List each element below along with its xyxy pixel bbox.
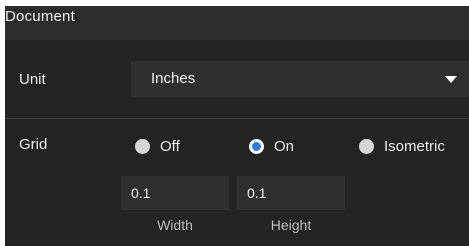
divider bbox=[5, 118, 469, 119]
radio-checked-icon bbox=[249, 138, 264, 154]
panel-header: Document bbox=[5, 6, 469, 40]
grid-height-label: Height bbox=[270, 217, 312, 233]
unit-label: Unit bbox=[19, 71, 46, 88]
grid-radio-isometric[interactable]: Isometric bbox=[359, 136, 445, 156]
grid-width-input[interactable] bbox=[121, 176, 229, 210]
radio-unchecked-icon bbox=[135, 138, 150, 154]
unit-select[interactable]: Inches bbox=[131, 61, 469, 97]
grid-radio-off-label: Off bbox=[160, 137, 180, 155]
caret-down-icon bbox=[445, 76, 457, 83]
grid-radio-isometric-label: Isometric bbox=[384, 137, 445, 155]
panel-title: Document bbox=[5, 8, 75, 25]
radio-unchecked-icon bbox=[359, 138, 374, 154]
grid-width-label: Width bbox=[157, 217, 193, 233]
document-settings-panel: Document Unit Inches Grid Off On Isometr… bbox=[0, 0, 469, 246]
grid-radio-on[interactable]: On bbox=[249, 136, 294, 156]
grid-height-input[interactable] bbox=[237, 176, 345, 210]
grid-radio-off[interactable]: Off bbox=[135, 136, 180, 156]
grid-radio-on-label: On bbox=[274, 137, 295, 155]
grid-label: Grid bbox=[19, 136, 48, 153]
unit-select-value: Inches bbox=[151, 70, 196, 87]
